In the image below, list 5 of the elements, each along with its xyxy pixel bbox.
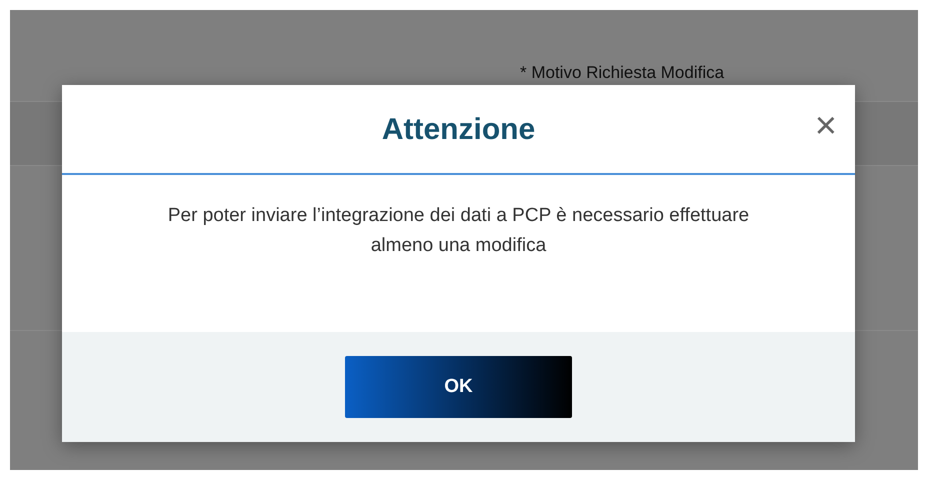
dialog-title: Attenzione [382, 112, 536, 148]
dialog-message: Per poter inviare l’integrazione dei dati a PCP è necessario effettuare almeno una modifica [166, 204, 750, 258]
close-button[interactable]: × [810, 107, 841, 145]
ok-button[interactable]: OK [345, 356, 572, 418]
field-label: * Motivo Richiesta Modifica [520, 63, 724, 83]
